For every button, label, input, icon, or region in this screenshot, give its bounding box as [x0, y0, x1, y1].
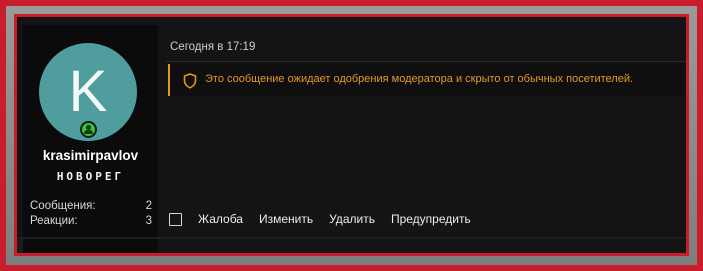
post-date-link[interactable]: Сегодня в 17:19	[170, 41, 255, 53]
next-post-main	[158, 239, 686, 253]
stat-value[interactable]: 2	[146, 200, 152, 212]
select-post-checkbox[interactable]	[169, 212, 182, 226]
warn-button[interactable]: Предупредить	[391, 212, 471, 226]
delete-button[interactable]: Удалить	[329, 212, 375, 226]
stat-value[interactable]: 3	[146, 215, 152, 227]
moderation-notice: Это сообщение ожидает одобрения модерато…	[168, 64, 686, 96]
post-main: Сегодня в 17:19 Это сообщение ожидает од…	[158, 25, 686, 237]
stat-messages: Сообщения: 2	[30, 200, 152, 212]
post-actions-bar: Жалоба Изменить Удалить Предупредить	[169, 211, 487, 227]
online-user-icon	[82, 123, 95, 136]
user-title-badge: НОВОРЕГ	[56, 170, 125, 183]
user-info-panel: K krasimirpavlov НОВОРЕГ Сообщения: 2 Ре…	[23, 25, 158, 237]
next-post-user-panel	[23, 239, 158, 253]
online-status-badge	[80, 121, 97, 138]
forum-post-container: K krasimirpavlov НОВОРЕГ Сообщения: 2 Ре…	[14, 14, 689, 256]
shield-icon	[183, 73, 197, 89]
edit-button[interactable]: Изменить	[259, 212, 313, 226]
stat-label: Реакции:	[30, 215, 78, 227]
moderation-notice-text: Это сообщение ожидает одобрения модерато…	[205, 73, 634, 85]
header-divider	[166, 61, 686, 62]
username-link[interactable]: krasimirpavlov	[23, 148, 158, 163]
forum-post: K krasimirpavlov НОВОРЕГ Сообщения: 2 Ре…	[17, 17, 686, 237]
report-button[interactable]: Жалоба	[198, 212, 243, 226]
stat-reactions: Реакции: 3	[30, 215, 152, 227]
stat-label: Сообщения:	[30, 200, 96, 212]
